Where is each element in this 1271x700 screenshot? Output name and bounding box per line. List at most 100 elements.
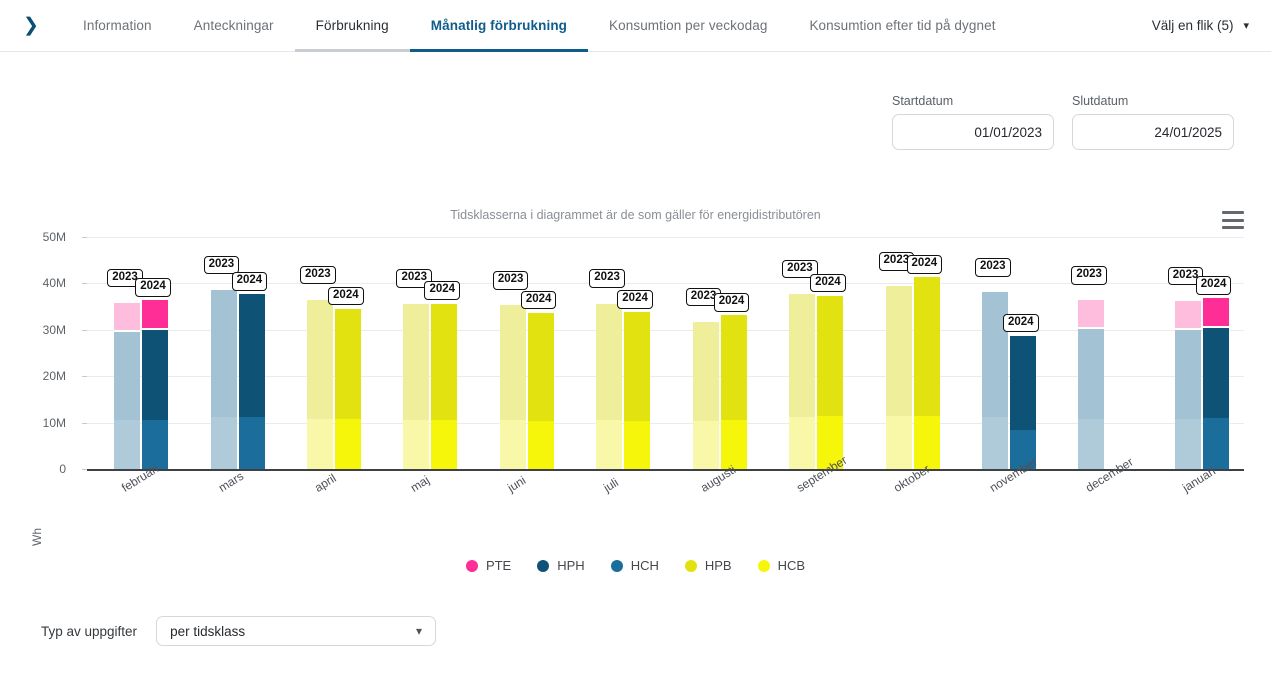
bar-mars-2023[interactable]	[210, 287, 237, 469]
year-annotation-april-2023: 2023	[300, 265, 336, 285]
bar-juli-2023[interactable]	[596, 301, 623, 469]
bar-segment-HPH	[238, 292, 265, 417]
bar-segment-HPH	[210, 287, 237, 417]
bar-segment-PTE	[1174, 298, 1201, 328]
y-tick-label: 50M	[42, 230, 66, 244]
y-tick-mark	[82, 422, 87, 424]
bar-augusti-2023[interactable]	[692, 319, 719, 469]
legend-color-swatch	[465, 559, 478, 572]
y-axis-title: Wh	[30, 528, 44, 546]
end-date-field: Slutdatum	[1072, 94, 1234, 150]
bar-juli-2024[interactable]	[624, 310, 651, 469]
bar-segment-HCB	[885, 415, 912, 469]
legend-color-swatch	[537, 559, 550, 572]
bar-segment-HPH	[1078, 327, 1105, 420]
bar-segment-HPB	[307, 297, 334, 420]
legend-item-HCB[interactable]: HCB	[757, 558, 805, 573]
bar-segment-HCB	[624, 420, 651, 469]
x-tick-label: maj	[408, 472, 433, 495]
bar-segment-HPH	[1202, 326, 1229, 419]
bar-februari-2024[interactable]	[142, 298, 169, 469]
bar-segment-HPB	[720, 313, 747, 421]
bar-segment-HCH	[238, 416, 265, 469]
legend-label: HPH	[557, 558, 585, 573]
bar-segment-PTE	[142, 298, 169, 329]
bar-segment-HPB	[596, 301, 623, 420]
bar-januari-2024[interactable]	[1202, 296, 1229, 469]
bar-segment-HPB	[499, 303, 526, 421]
tab-label: Konsumtion per veckodag	[609, 18, 768, 33]
x-tick-label: juli	[601, 475, 622, 495]
gridline	[87, 237, 1244, 238]
bar-november-2024[interactable]	[1009, 333, 1036, 469]
legend-item-HPH[interactable]: HPH	[537, 558, 585, 573]
bar-juni-2024[interactable]	[527, 310, 554, 469]
bar-mars-2024[interactable]	[238, 292, 265, 469]
tab-label: Anteckningar	[193, 18, 274, 33]
bar-segment-HPB	[913, 275, 940, 416]
bar-april-2023[interactable]	[307, 297, 334, 469]
bar-segment-HCB	[692, 420, 719, 469]
x-tick-label: juni	[504, 473, 529, 495]
y-tick-label: 10M	[42, 415, 66, 430]
bar-segment-HCH	[142, 419, 169, 469]
legend-item-PTE[interactable]: PTE	[465, 558, 511, 573]
end-date-input[interactable]	[1072, 114, 1234, 150]
year-annotation-juli-2024: 2024	[617, 290, 653, 309]
bar-segment-HCH	[981, 417, 1008, 469]
year-annotation-december-2023: 2023	[1071, 266, 1107, 285]
plot-area: 0 10M 20M 30M 40M 50M 2023 2024 2023 2024 2023 2024…	[43, 230, 1244, 495]
legend-item-HCH[interactable]: HCH	[610, 558, 659, 573]
bar-segment-HCB	[527, 420, 554, 469]
bar-april-2024[interactable]	[335, 306, 362, 469]
start-date-field: Startdatum	[892, 94, 1054, 150]
year-annotation-juli-2023: 2023	[589, 269, 625, 288]
tab-konsumtion-per-veckodag[interactable]: Konsumtion per veckodag	[588, 0, 788, 51]
bar-december-2023[interactable]	[1078, 298, 1105, 469]
bar-juni-2023[interactable]	[499, 303, 526, 469]
bar-segment-PTE	[1202, 296, 1229, 327]
bar-segment-HPB	[692, 319, 719, 421]
data-type-label: Typ av uppgifter	[41, 623, 138, 639]
y-tick-mark	[82, 329, 87, 331]
bar-segment-HPB	[527, 310, 554, 421]
chevron-right-icon[interactable]: ❯	[0, 0, 62, 51]
tab-label: Information	[83, 18, 152, 33]
bar-segment-HPB	[817, 293, 844, 417]
hamburger-menu-icon[interactable]	[1222, 211, 1244, 229]
end-date-label: Slutdatum	[1072, 94, 1129, 108]
tab-konsumtion-efter-tid-på-dygnet[interactable]: Konsumtion efter tid på dygnet	[788, 0, 1016, 51]
tab-information[interactable]: Information	[62, 0, 173, 51]
bar-maj-2024[interactable]	[431, 301, 458, 469]
bar-segment-HPH	[981, 290, 1008, 418]
tab-månatlig-förbrukning[interactable]: Månatlig förbrukning	[409, 0, 589, 52]
bar-segment-HCB	[913, 415, 940, 469]
tab-selector-dropdown[interactable]: Välj en flik (5) ▾	[1138, 0, 1271, 51]
bar-segment-HPH	[1174, 327, 1201, 420]
tab-label: Konsumtion efter tid på dygnet	[809, 18, 996, 33]
date-filter-row: Startdatum Slutdatum	[892, 94, 1234, 150]
bar-augusti-2024[interactable]	[720, 313, 747, 469]
y-tick-label: 0	[59, 462, 66, 476]
bar-september-2024[interactable]	[817, 293, 844, 469]
year-annotation-september-2024: 2024	[810, 273, 846, 293]
bar-februari-2023[interactable]	[114, 300, 141, 469]
bar-oktober-2024[interactable]	[913, 275, 940, 469]
bar-segment-HCH	[1174, 419, 1201, 469]
legend-item-HPB[interactable]: HPB	[684, 558, 732, 573]
bar-segment-PTE	[1078, 298, 1105, 328]
bar-september-2023[interactable]	[789, 291, 816, 469]
x-tick-label: april	[312, 470, 339, 495]
legend-color-swatch	[610, 559, 623, 572]
bar-segment-HCB	[720, 420, 747, 469]
data-type-select[interactable]: per tidsklass ▾	[156, 616, 437, 646]
bar-segment-HCH	[1078, 419, 1105, 469]
tab-förbrukning[interactable]: Förbrukning	[294, 0, 410, 52]
bar-januari-2023[interactable]	[1174, 298, 1201, 469]
bar-oktober-2023[interactable]	[885, 284, 912, 469]
y-tick-label: 40M	[42, 276, 66, 291]
year-annotation-november-2023: 2023	[974, 258, 1011, 277]
start-date-input[interactable]	[892, 114, 1054, 150]
tab-anteckningar[interactable]: Anteckningar	[173, 0, 295, 51]
bar-maj-2023[interactable]	[403, 301, 430, 469]
